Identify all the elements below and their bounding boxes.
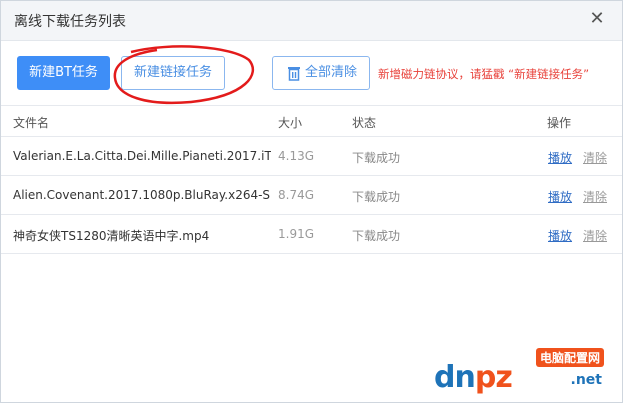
table-header: 文件名 大小 状态 操作 <box>1 105 622 137</box>
clear-link[interactable]: 清除 <box>583 149 607 166</box>
dialog-title: 离线下载任务列表 <box>14 14 126 30</box>
table-row: 神奇女侠TS1280清晰英语中字.mp4 1.91G 下载成功 播放 清除 <box>1 215 622 254</box>
watermark-badge: 电脑配置网 <box>535 348 604 367</box>
magnet-hint-text: 新增磁力链协议，请猛戳 “新建链接任务” <box>378 67 590 81</box>
offline-download-dialog: 离线下载任务列表 ✕ 新建BT任务 新建链接任务 全部清除 新增磁力链协议，请猛… <box>0 0 623 403</box>
dialog-titlebar: 离线下载任务列表 ✕ <box>1 1 622 41</box>
file-name: 神奇女侠TS1280清晰英语中字.mp4 <box>13 229 210 243</box>
file-name: Alien.Covenant.2017.1080p.BluRay.x264-SP… <box>13 188 271 202</box>
red-circle-annotation <box>113 45 255 105</box>
file-name: Valerian.E.La.Citta.Dei.Mille.Pianeti.20… <box>13 149 271 163</box>
file-size: 1.91G <box>278 227 315 241</box>
clear-all-label: 全部清除 <box>304 65 357 80</box>
table-row: Valerian.E.La.Citta.Dei.Mille.Pianeti.20… <box>1 137 622 176</box>
watermark-domain: .net <box>570 372 602 388</box>
header-size: 大小 <box>278 116 303 130</box>
watermark-logo-o: pz <box>474 360 513 395</box>
file-status: 下载成功 <box>352 229 401 243</box>
file-status: 下载成功 <box>352 190 401 204</box>
trash-icon <box>288 67 300 81</box>
play-link[interactable]: 播放 <box>548 188 572 205</box>
clear-all-button[interactable]: 全部清除 <box>272 56 370 90</box>
task-table: 文件名 大小 状态 操作 Valerian.E.La.Citta.Dei.Mil… <box>1 105 622 254</box>
header-action: 操作 <box>547 116 572 130</box>
close-icon[interactable]: ✕ <box>587 9 607 29</box>
watermark-logo-text: dnpz <box>434 360 513 395</box>
clear-link[interactable]: 清除 <box>583 188 607 205</box>
header-status: 状态 <box>352 116 377 130</box>
table-row: Alien.Covenant.2017.1080p.BluRay.x264-SP… <box>1 176 622 215</box>
new-bt-task-button[interactable]: 新建BT任务 <box>17 56 110 90</box>
play-link[interactable]: 播放 <box>548 227 572 244</box>
file-size: 8.74G <box>278 188 315 202</box>
file-size: 4.13G <box>278 149 315 163</box>
site-watermark-logo: 电脑配置网 dnpz .net <box>434 348 614 396</box>
clear-link[interactable]: 清除 <box>583 227 607 244</box>
watermark-logo-d: dn <box>434 360 476 395</box>
header-filename: 文件名 <box>13 116 50 130</box>
toolbar: 新建BT任务 新建链接任务 全部清除 新增磁力链协议，请猛戳 “新建链接任务” <box>1 41 622 103</box>
file-status: 下载成功 <box>352 151 401 165</box>
play-link[interactable]: 播放 <box>548 149 572 166</box>
